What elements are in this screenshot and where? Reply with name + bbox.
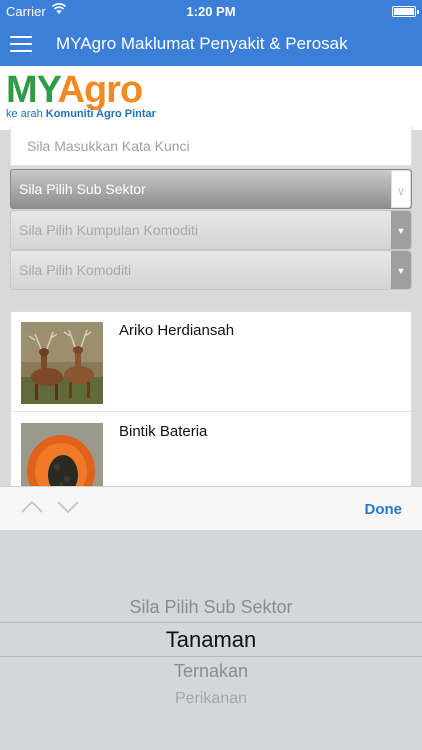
navigation-bar: MYAgro Maklumat Penyakit & Perosak: [0, 24, 422, 66]
search-input[interactable]: [11, 126, 411, 165]
picker-selection-line: [0, 622, 422, 623]
sub-sektor-select[interactable]: Sila Pilih Sub Sektor ∨: [10, 169, 412, 209]
list-item[interactable]: Ariko Herdiansah: [11, 312, 411, 412]
logo-agro: Agro: [57, 69, 144, 111]
chevron-up-icon[interactable]: [20, 497, 44, 517]
picker-option[interactable]: Sila Pilih Sub Sektor: [0, 597, 422, 618]
logo-banner: MYAgro ke arah Komuniti Agro Pintar: [0, 66, 422, 130]
chevron-down-icon: ∨: [391, 170, 411, 208]
picker-option[interactable]: Ternakan: [0, 661, 422, 682]
battery-icon: [392, 6, 419, 17]
picker-option-selected[interactable]: Tanaman: [0, 627, 422, 653]
dropdown-arrow-icon: ▼: [391, 251, 411, 289]
chevron-down-icon[interactable]: [56, 497, 80, 517]
picker-option[interactable]: Perikanan: [0, 690, 422, 708]
tagline-bold: Komuniti Agro Pintar: [45, 108, 156, 120]
picker-toolbar: Done: [0, 486, 422, 530]
deer-photo-icon: [21, 322, 103, 404]
sub-sektor-label: Sila Pilih Sub Sektor: [19, 181, 146, 197]
done-button[interactable]: Done: [365, 501, 403, 518]
sub-sektor-picker[interactable]: Sila Pilih Sub Sektor Tanaman Ternakan P…: [0, 530, 422, 750]
komoditi-select[interactable]: Sila Pilih Komoditi ▼: [10, 250, 412, 290]
search-field: [10, 126, 412, 166]
kumpulan-komoditi-select[interactable]: Sila Pilih Kumpulan Komoditi ▼: [10, 210, 412, 250]
results-list[interactable]: Ariko Herdiansah Bintik Bateria: [10, 311, 412, 511]
tagline-prefix: ke arah: [6, 108, 46, 120]
logo-my: MY: [6, 69, 59, 111]
komoditi-label: Sila Pilih Komoditi: [19, 262, 132, 278]
hamburger-menu-icon[interactable]: [10, 36, 32, 54]
item-name: Bintik Bateria: [119, 423, 208, 440]
kumpulan-komoditi-label: Sila Pilih Kumpulan Komoditi: [19, 222, 198, 238]
status-bar: Carrier 1:20 PM: [0, 0, 422, 24]
picker-selection-line: [0, 656, 422, 657]
clock: 1:20 PM: [186, 4, 236, 19]
dropdown-arrow-icon: ▼: [391, 211, 411, 249]
myagro-logo: MYAgro ke arah Komuniti Agro Pintar: [6, 70, 156, 120]
item-name: Ariko Herdiansah: [119, 322, 235, 339]
logo-tagline: ke arah Komuniti Agro Pintar: [6, 108, 156, 120]
page-title: MYAgro Maklumat Penyakit & Perosak: [56, 34, 348, 53]
